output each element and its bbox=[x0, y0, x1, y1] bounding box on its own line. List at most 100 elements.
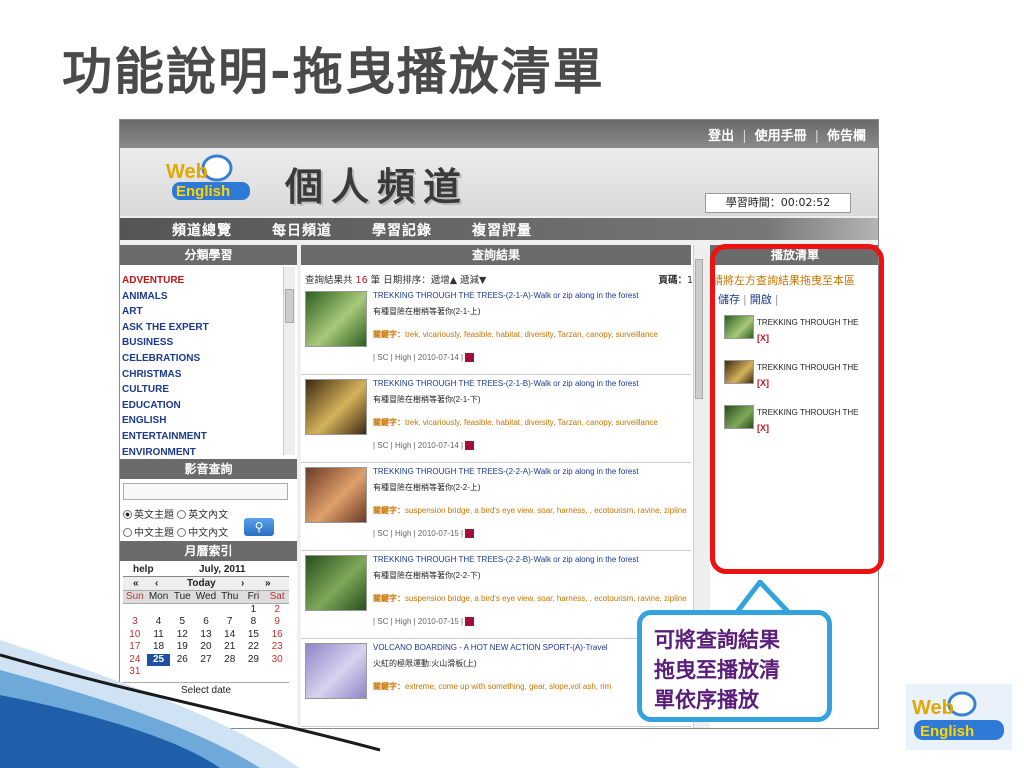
category-item[interactable]: EDUCATION bbox=[122, 398, 282, 414]
category-list: ADVENTURE ANIMALS ART ASK THE EXPERT BUS… bbox=[122, 273, 282, 460]
prev-year-button[interactable]: « bbox=[133, 578, 139, 589]
document-icon[interactable] bbox=[465, 441, 475, 450]
result-keywords: 關鍵字：suspension bridge, a bird's eye view… bbox=[373, 505, 688, 516]
keyword-text: trek, vicariously, feasible, habitat, di… bbox=[405, 418, 658, 427]
search-input[interactable] bbox=[123, 483, 288, 500]
next-year-button[interactable]: » bbox=[265, 578, 271, 589]
result-thumbnail[interactable] bbox=[305, 291, 367, 347]
document-icon[interactable] bbox=[465, 529, 475, 538]
result-thumbnail[interactable] bbox=[305, 467, 367, 523]
logout-link[interactable]: 登出 bbox=[708, 129, 734, 144]
keyword-label: 關鍵字： bbox=[373, 330, 405, 339]
document-icon[interactable] bbox=[465, 353, 475, 362]
result-title[interactable]: TREKKING THROUGH THE TREES-(2-2-A)-Walk … bbox=[373, 467, 639, 476]
nav-review-test[interactable]: 複習評量 bbox=[472, 220, 532, 240]
result-title[interactable]: TREKKING THROUGH THE TREES-(2-1-B)-Walk … bbox=[373, 379, 639, 388]
radio-zh-topic[interactable] bbox=[123, 528, 132, 537]
app-header: 登出 | 使用手冊 | 佈告欄 Web English 個人頻道 學習時間：00:02:… bbox=[120, 120, 878, 216]
calendar-title-row: help July, 2011 bbox=[123, 563, 289, 577]
category-item[interactable]: CHRISTMAS bbox=[122, 367, 282, 383]
result-meta: | SC | High | 2010-07-15 | bbox=[373, 529, 475, 538]
keyword-label: 關鍵字： bbox=[373, 418, 405, 427]
results-summary: 查詢結果共 16 筆 日期排序：遞增▲ 遞減▼ 頁碼：1 bbox=[305, 272, 693, 286]
result-title[interactable]: TREKKING THROUGH THE TREES-(2-2-B)-Walk … bbox=[373, 555, 639, 564]
result-keywords: 關鍵字：trek, vicariously, feasible, habitat… bbox=[373, 417, 688, 428]
meta-text: | SC | High | 2010-07-15 | bbox=[373, 529, 464, 538]
keyword-text: suspension bridge, a bird's eye view, so… bbox=[405, 594, 687, 603]
nav-channel-overview[interactable]: 頻道總覽 bbox=[172, 220, 232, 240]
prev-month-button[interactable]: ‹ bbox=[155, 578, 158, 589]
page-indicator: 頁碼：1 bbox=[658, 272, 693, 286]
categories-header: 分類學習 bbox=[120, 245, 297, 265]
radio-row-en: 英文主題 英文內文 bbox=[123, 506, 228, 521]
web-english-logo: Web English bbox=[166, 154, 250, 200]
category-item[interactable]: CELEBRATIONS bbox=[122, 351, 282, 367]
category-item[interactable]: ART bbox=[122, 304, 282, 320]
result-item[interactable]: TREKKING THROUGH THE TREES-(2-2-A)-Walk … bbox=[301, 463, 691, 551]
category-scrollbar[interactable] bbox=[283, 267, 295, 455]
keyword-text: trek, vicariously, feasible, habitat, di… bbox=[405, 330, 658, 339]
radio-zh-content[interactable] bbox=[177, 528, 187, 537]
corner-logo: Web English bbox=[906, 684, 1012, 750]
scrollbar-thumb[interactable] bbox=[695, 259, 703, 399]
scrollbar-thumb[interactable] bbox=[285, 289, 294, 323]
result-chinese-title: 有種冒險在樹梢等著你(2-2-下) bbox=[373, 571, 481, 580]
keyword-label: 關鍵字： bbox=[373, 506, 405, 515]
radio-en-content[interactable] bbox=[177, 510, 187, 519]
header-links: 登出 | 使用手冊 | 佈告欄 bbox=[704, 125, 870, 144]
category-item[interactable]: ENGLISH bbox=[122, 413, 282, 429]
category-item[interactable]: CULTURE bbox=[122, 382, 282, 398]
category-item[interactable]: BUSINESS bbox=[122, 335, 282, 351]
radio-en-topic[interactable] bbox=[123, 510, 132, 519]
category-item[interactable]: ENTERTAINMENT bbox=[122, 429, 282, 445]
result-title[interactable]: TREKKING THROUGH THE TREES-(2-1-A)-Walk … bbox=[373, 291, 639, 300]
callout-line: 可將查詢結果 bbox=[654, 628, 780, 652]
channel-title: 個人頻道 bbox=[285, 164, 470, 209]
result-thumbnail[interactable] bbox=[305, 379, 367, 435]
callout-line: 拖曳至播放清 bbox=[654, 658, 780, 682]
category-item[interactable]: ADVENTURE bbox=[122, 273, 282, 289]
summary-prefix: 查詢結果共 bbox=[305, 275, 353, 286]
logo-english-text: English bbox=[176, 183, 230, 200]
result-chinese-title: 有種冒險在樹梢等著你(2-1-上) bbox=[373, 307, 481, 316]
result-keywords: 關鍵字：trek, vicariously, feasible, habitat… bbox=[373, 329, 688, 340]
corner-logo-web: Web bbox=[912, 697, 954, 719]
search-icon: ⚲ bbox=[254, 520, 264, 534]
result-item[interactable]: TREKKING THROUGH THE TREES-(2-1-B)-Walk … bbox=[301, 375, 691, 463]
result-chinese-title: 有種冒險在樹梢等著你(2-1-下) bbox=[373, 395, 481, 404]
bulletin-link[interactable]: 佈告欄 bbox=[827, 129, 866, 144]
radio-label: 英文內文 bbox=[188, 510, 229, 521]
result-meta: | SC | High | 2010-07-14 | bbox=[373, 441, 475, 450]
calendar-header: 月曆索引 bbox=[120, 541, 297, 561]
today-button[interactable]: Today bbox=[187, 578, 216, 589]
manual-link[interactable]: 使用手冊 bbox=[755, 129, 807, 144]
category-item[interactable]: ASK THE EXPERT bbox=[122, 320, 282, 336]
nav-learning-record[interactable]: 學習記錄 bbox=[372, 220, 432, 240]
category-item[interactable]: ANIMALS bbox=[122, 289, 282, 305]
search-button[interactable]: ⚲ bbox=[244, 518, 274, 536]
radio-label: 中文內文 bbox=[188, 528, 229, 539]
callout-box: 可將查詢結果 拖曳至播放清 單依序播放 bbox=[637, 610, 832, 722]
results-header: 查詢結果 bbox=[301, 245, 691, 265]
result-chinese-title: 有種冒險在樹梢等著你(2-2-上) bbox=[373, 483, 481, 492]
highlight-box bbox=[710, 244, 884, 574]
callout-text: 可將查詢結果 拖曳至播放清 單依序播放 bbox=[654, 625, 815, 715]
calendar-help[interactable]: help bbox=[133, 564, 154, 575]
logo-web-text: Web bbox=[166, 161, 208, 183]
summary-suffix[interactable]: 筆 日期排序：遞增▲ 遞減▼ bbox=[371, 275, 487, 286]
result-count: 16 bbox=[355, 275, 368, 286]
nav-daily-channel[interactable]: 每日頻道 bbox=[272, 220, 332, 240]
callout-line: 單依序播放 bbox=[654, 688, 759, 712]
page-label: 頁碼： bbox=[658, 275, 687, 286]
next-month-button[interactable]: › bbox=[241, 578, 244, 589]
category-item[interactable]: ENVIRONMENT bbox=[122, 445, 282, 461]
calendar-nav: « ‹ Today › » bbox=[123, 577, 289, 591]
result-item[interactable]: TREKKING THROUGH THE TREES-(2-1-A)-Walk … bbox=[301, 287, 691, 375]
link-separator: | bbox=[742, 129, 747, 144]
document-icon[interactable] bbox=[465, 617, 475, 626]
radio-label: 英文主題 bbox=[134, 510, 174, 521]
meta-text: | SC | High | 2010-07-14 | bbox=[373, 441, 464, 450]
link-separator: | bbox=[814, 129, 819, 144]
decorative-swoosh bbox=[0, 640, 381, 768]
keyword-text: extreme, come up with something, gear, s… bbox=[405, 682, 612, 691]
